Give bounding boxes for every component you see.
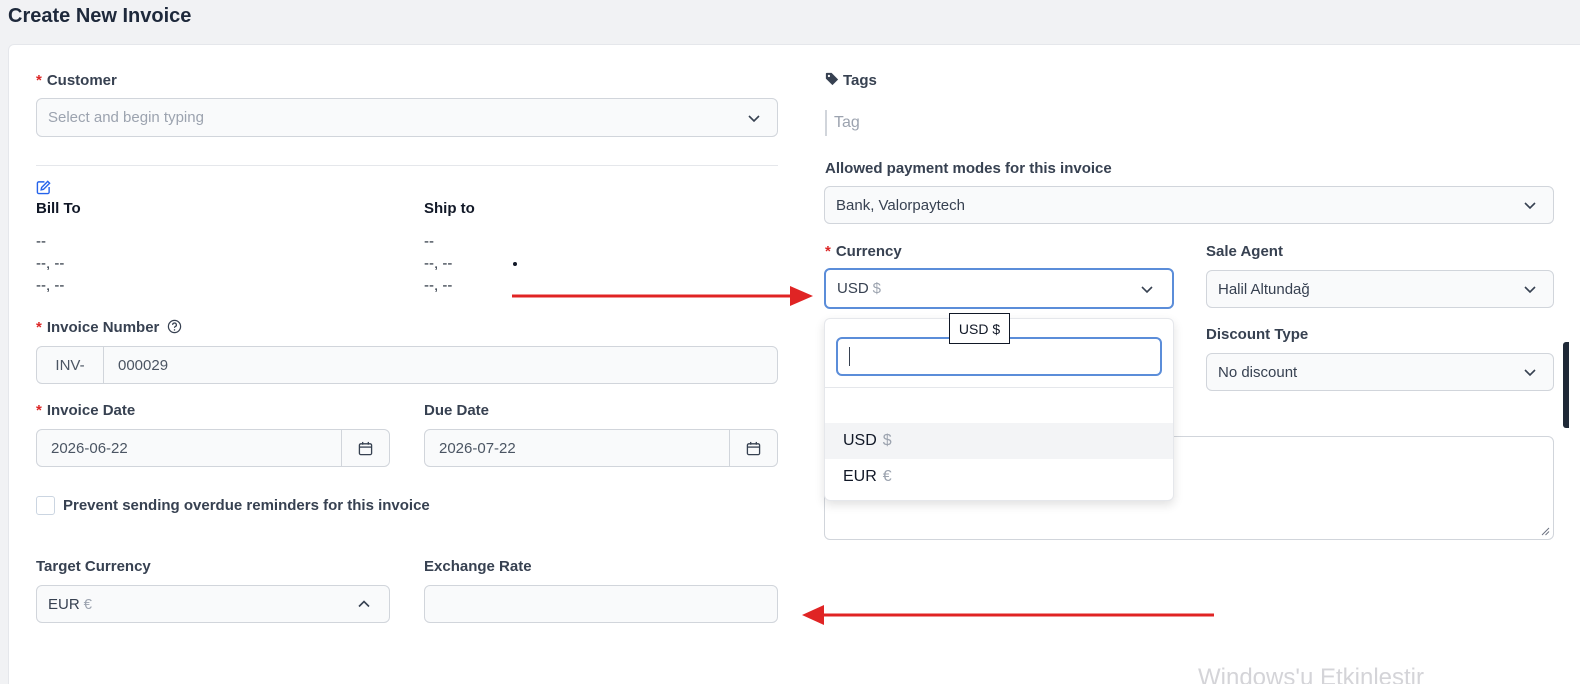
due-date-input[interactable]: 2026-07-22 bbox=[425, 440, 729, 457]
invoice-prefix: INV- bbox=[37, 347, 104, 383]
ship-to-line: -- bbox=[424, 233, 434, 250]
edit-icon[interactable] bbox=[36, 180, 51, 195]
due-date-calendar-button[interactable] bbox=[729, 430, 777, 466]
help-icon[interactable] bbox=[167, 319, 182, 334]
customer-placeholder: Select and begin typing bbox=[48, 109, 204, 126]
chevron-down-icon bbox=[1524, 286, 1536, 294]
bill-to-line: --, -- bbox=[36, 255, 65, 272]
resize-handle-icon[interactable] bbox=[1540, 526, 1550, 536]
tag-icon bbox=[825, 72, 839, 86]
target-currency-select[interactable]: EUR € bbox=[36, 585, 390, 623]
chevron-up-icon bbox=[358, 600, 370, 608]
invoice-date-calendar-button[interactable] bbox=[341, 430, 389, 466]
bill-to-line: --, -- bbox=[36, 277, 65, 294]
bill-to-line: -- bbox=[36, 233, 46, 250]
edge-scroll-handle[interactable] bbox=[1563, 342, 1569, 428]
bill-to-label: Bill To bbox=[36, 200, 81, 217]
due-date-field[interactable]: 2026-07-22 bbox=[424, 429, 778, 467]
target-currency-symbol: € bbox=[83, 595, 93, 613]
sale-agent-label: Sale Agent bbox=[1206, 243, 1283, 260]
tag-input[interactable]: Tag bbox=[834, 114, 860, 132]
calendar-icon bbox=[358, 441, 373, 455]
chevron-down-icon bbox=[1524, 369, 1536, 377]
sale-agent-value: Halil Altundağ bbox=[1218, 280, 1310, 298]
ship-to-label: Ship to bbox=[424, 200, 475, 217]
page-title: Create New Invoice bbox=[8, 5, 192, 27]
customer-label: * Customer bbox=[36, 72, 117, 89]
invoice-number-input[interactable]: 000029 bbox=[104, 357, 777, 374]
ship-to-line: --, -- bbox=[424, 255, 453, 272]
invoice-date-input[interactable]: 2026-06-22 bbox=[37, 440, 341, 457]
overdue-reminder-checkbox[interactable] bbox=[36, 496, 55, 515]
chevron-down-icon bbox=[1141, 285, 1153, 293]
currency-tooltip: USD $ bbox=[949, 313, 1010, 344]
exchange-rate-input[interactable] bbox=[424, 585, 778, 623]
target-currency-code: EUR bbox=[48, 595, 80, 613]
invoice-date-label: * Invoice Date bbox=[36, 402, 136, 419]
discount-type-label: Discount Type bbox=[1206, 326, 1309, 343]
section-divider bbox=[36, 165, 778, 166]
payment-modes-label: Allowed payment modes for this invoice bbox=[825, 160, 1112, 177]
cursor-dot bbox=[513, 262, 517, 266]
currency-option-usd[interactable]: USD $ bbox=[825, 423, 1173, 459]
tag-input-bar bbox=[825, 110, 827, 136]
currency-select[interactable]: USD $ bbox=[824, 268, 1174, 309]
text-caret bbox=[849, 347, 850, 366]
discount-type-select[interactable]: No discount bbox=[1206, 353, 1554, 391]
payment-modes-value: Bank, Valorpaytech bbox=[836, 196, 965, 214]
calendar-icon bbox=[746, 441, 761, 455]
currency-option-eur[interactable]: EUR € bbox=[825, 459, 1173, 495]
currency-code: USD bbox=[837, 280, 869, 297]
invoice-number-label: * Invoice Number bbox=[36, 319, 182, 336]
annotation-arrow-left-icon bbox=[802, 605, 1214, 625]
annotation-arrow-right-icon bbox=[512, 286, 813, 306]
invoice-date-field[interactable]: 2026-06-22 bbox=[36, 429, 390, 467]
due-date-label: Due Date bbox=[424, 402, 490, 419]
tags-label: Tags bbox=[825, 72, 877, 89]
chevron-down-icon bbox=[748, 114, 760, 122]
currency-label: * Currency bbox=[825, 243, 902, 260]
discount-type-value: No discount bbox=[1218, 363, 1298, 381]
overdue-reminder-label: Prevent sending overdue reminders for th… bbox=[63, 497, 430, 514]
exchange-rate-label: Exchange Rate bbox=[424, 558, 532, 575]
ship-to-line: --, -- bbox=[424, 277, 453, 294]
currency-symbol: $ bbox=[872, 280, 882, 297]
payment-modes-select[interactable]: Bank, Valorpaytech bbox=[824, 186, 1554, 224]
chevron-down-icon bbox=[1524, 202, 1536, 210]
target-currency-label: Target Currency bbox=[36, 558, 151, 575]
sale-agent-select[interactable]: Halil Altundağ bbox=[1206, 270, 1554, 308]
invoice-number-field[interactable]: INV- 000029 bbox=[36, 346, 778, 384]
activation-watermark: Windows'u Etkinleştir bbox=[1198, 664, 1424, 684]
dropdown-divider bbox=[825, 387, 1173, 388]
customer-select[interactable]: Select and begin typing bbox=[36, 98, 778, 137]
